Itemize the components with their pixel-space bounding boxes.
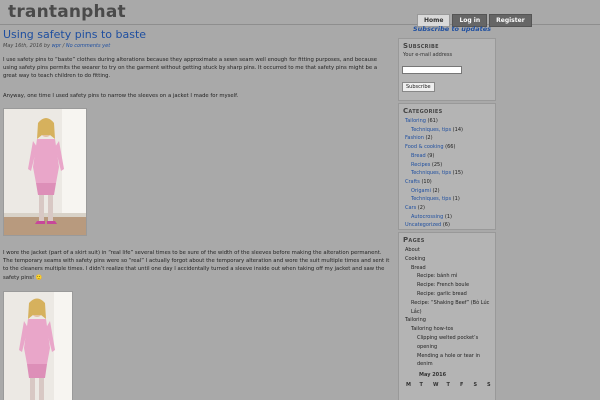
post-area: Using safety pins to baste May 16th, 201… <box>0 27 396 400</box>
calendar-weekday: T <box>419 382 423 388</box>
page-link[interactable]: Recipe: French boule <box>417 282 469 288</box>
woman-in-pink-suit-image <box>4 109 86 235</box>
page-link[interactable]: Tailoring how-tos <box>411 326 453 332</box>
page-link[interactable]: Recipe: bánh mì <box>417 273 457 279</box>
site-title[interactable]: trantanphat <box>8 2 126 22</box>
calendar-weekday: W <box>433 382 439 388</box>
category-item: Tailoring (61) <box>405 118 438 124</box>
page-link[interactable]: Tailoring <box>405 317 426 323</box>
jacket-photo-1[interactable] <box>3 108 87 236</box>
category-item: Cars (2) <box>405 205 425 211</box>
page-link[interactable]: opening <box>417 344 437 350</box>
category-item: Autocrossing (1) <box>411 214 452 220</box>
pages-panel: Pages About Cooking Bread Recipe: bánh mì Re… <box>398 232 496 400</box>
subscribe-to-updates-link[interactable]: Subscribe to updates <box>413 25 491 33</box>
meta-separator: / <box>62 43 65 49</box>
category-item: Techniques, tips (1) <box>411 196 460 202</box>
category-count: (14) <box>451 126 463 133</box>
calendar-weekday: F <box>460 382 464 388</box>
post-paragraph-1: I use safety pins to “baste” clothes dur… <box>3 57 378 80</box>
category-count: (1) <box>443 213 452 220</box>
category-count: (2) <box>416 205 425 211</box>
category-item: Origami (2) <box>411 188 440 194</box>
post-date: May 16th, 2016 by <box>3 43 51 49</box>
page-link[interactable]: Clipping welted pocket’s <box>417 335 478 341</box>
post-paragraph-3: I wore the jacket (part of a skirt suit)… <box>3 250 390 281</box>
calendar-weekday: T <box>446 382 450 388</box>
category-link[interactable]: Techniques, tips <box>411 170 451 176</box>
category-count: (2) <box>430 187 440 194</box>
page-link[interactable]: About <box>405 247 420 253</box>
category-link[interactable]: Tailoring <box>405 118 426 124</box>
category-link[interactable]: Recipes <box>411 162 430 168</box>
post-title-link[interactable]: Using safety pins to baste <box>3 28 146 41</box>
page-link[interactable]: Mending a hole or tear in <box>417 353 480 359</box>
category-count: (61) <box>425 118 438 124</box>
category-item: Uncategorized (6) <box>405 222 450 228</box>
categories-panel: Categories Tailoring (61) Techniques, tip… <box>398 103 496 230</box>
email-input[interactable] <box>402 66 462 74</box>
category-link[interactable]: Crafts <box>405 179 420 185</box>
calendar-weekday: M <box>406 382 411 388</box>
category-link[interactable]: Techniques, tips <box>411 196 451 202</box>
calendar-weekday: S <box>473 382 478 388</box>
subscribe-button[interactable]: Subscribe <box>402 82 435 92</box>
category-item: Fashion (2) <box>405 135 433 141</box>
category-count: (25) <box>430 161 443 168</box>
nav-tab-register[interactable]: Register <box>489 14 532 27</box>
post-meta: May 16th, 2016 by wpr / No comments yet <box>3 43 110 49</box>
category-link[interactable]: Bread <box>411 153 426 159</box>
category-link[interactable]: Food & cooking <box>405 144 444 150</box>
page-link[interactable]: Recipe: “Shaking Beef” (Bò Lúc <box>411 300 489 306</box>
page-link[interactable]: Bread <box>411 265 426 271</box>
category-item: Bread (9) <box>411 153 434 159</box>
jacket-photo-2[interactable] <box>3 291 73 400</box>
category-count: (6) <box>441 222 450 229</box>
post-author-link[interactable]: wpr <box>52 43 61 49</box>
category-link[interactable]: Fashion <box>405 135 424 141</box>
category-item: Techniques, tips (14) <box>411 127 463 133</box>
category-count: (1) <box>451 196 460 203</box>
subscribe-panel-title: Subscribe <box>403 42 439 50</box>
category-link[interactable]: Origami <box>411 188 431 194</box>
page-link[interactable]: Recipe: garlic bread <box>417 291 467 297</box>
post-paragraph-2: Anyway, one time I used safety pins to n… <box>3 93 239 99</box>
site-header: trantanphat Home Log in Register <box>0 0 600 27</box>
category-count: (9) <box>425 152 435 159</box>
category-link[interactable]: Autocrossing <box>411 214 443 220</box>
pages-panel-title: Pages <box>403 236 425 244</box>
category-item: Food & cooking (66) <box>405 144 455 150</box>
subscribe-panel: Subscribe Your e-mail address Subscribe <box>398 38 496 101</box>
category-link[interactable]: Cars <box>405 205 416 211</box>
category-item: Recipes (25) <box>411 162 442 168</box>
category-link[interactable]: Techniques, tips <box>411 127 451 133</box>
category-count: (10) <box>419 178 432 185</box>
category-item: Crafts (10) <box>405 179 432 185</box>
woman-in-pink-suit-image-2 <box>4 292 72 400</box>
category-link[interactable]: Uncategorized <box>405 222 441 228</box>
page-link[interactable]: Lắc) <box>411 309 422 315</box>
categories-panel-title: Categories <box>403 107 443 115</box>
category-count: (66) <box>443 144 456 151</box>
category-count: (15) <box>451 170 463 177</box>
calendar-weekday: S <box>487 382 491 388</box>
category-count: (2) <box>423 135 433 142</box>
post-comments-link[interactable]: No comments yet <box>66 43 110 49</box>
category-item: Techniques, tips (15) <box>411 170 463 176</box>
page-link[interactable]: Cooking <box>405 256 425 262</box>
email-label: Your e-mail address <box>403 52 453 58</box>
page-link[interactable]: denim <box>417 361 433 367</box>
calendar-title: May 2016 <box>419 372 447 378</box>
